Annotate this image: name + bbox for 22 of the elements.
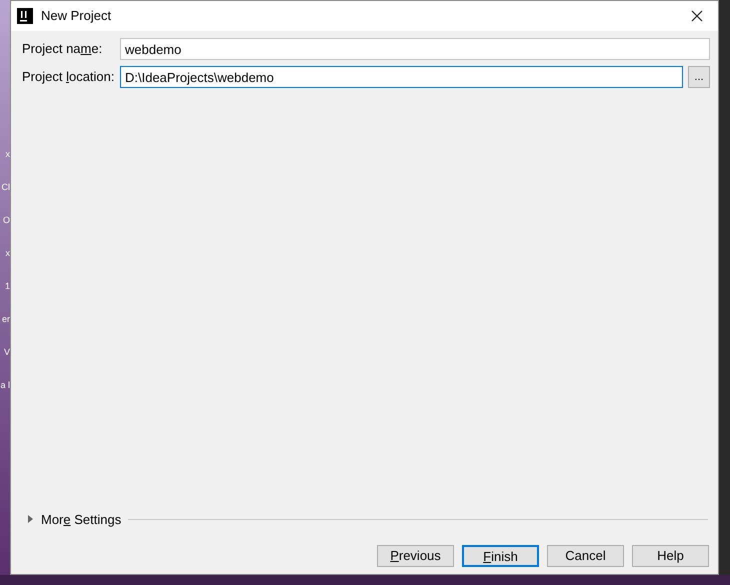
desktop-icon-label: Cl <box>2 183 10 192</box>
expand-arrow-icon[interactable] <box>27 515 35 524</box>
window-title: New Project <box>41 7 112 26</box>
desktop-icon-label: x <box>6 150 10 159</box>
desktop-icon-label: O <box>2 216 10 225</box>
field-label: Project name: <box>22 40 104 58</box>
desktop-icon-label: er <box>2 315 10 324</box>
app-logo-icon <box>17 8 33 24</box>
text-field[interactable]: webdemo <box>120 38 710 60</box>
field-label: Project location: <box>22 68 116 86</box>
desktop-icon-label: 1 <box>4 282 10 291</box>
close-icon <box>691 10 703 22</box>
dialog-button[interactable]: Finish <box>462 545 539 567</box>
dialog-button[interactable]: Previous <box>377 545 454 567</box>
desktop-icon-label: a l <box>0 381 10 390</box>
browse-button[interactable]: ... <box>688 66 710 88</box>
text-field[interactable]: D:\IdeaProjects\webdemo <box>120 66 683 88</box>
desktop-icon-label: x <box>6 249 10 258</box>
dialog-button[interactable]: Help <box>632 545 709 567</box>
more-settings-toggle[interactable]: More Settings <box>41 510 122 529</box>
dialog-button[interactable]: Cancel <box>547 545 624 567</box>
desktop-icon-label: V <box>4 348 10 357</box>
